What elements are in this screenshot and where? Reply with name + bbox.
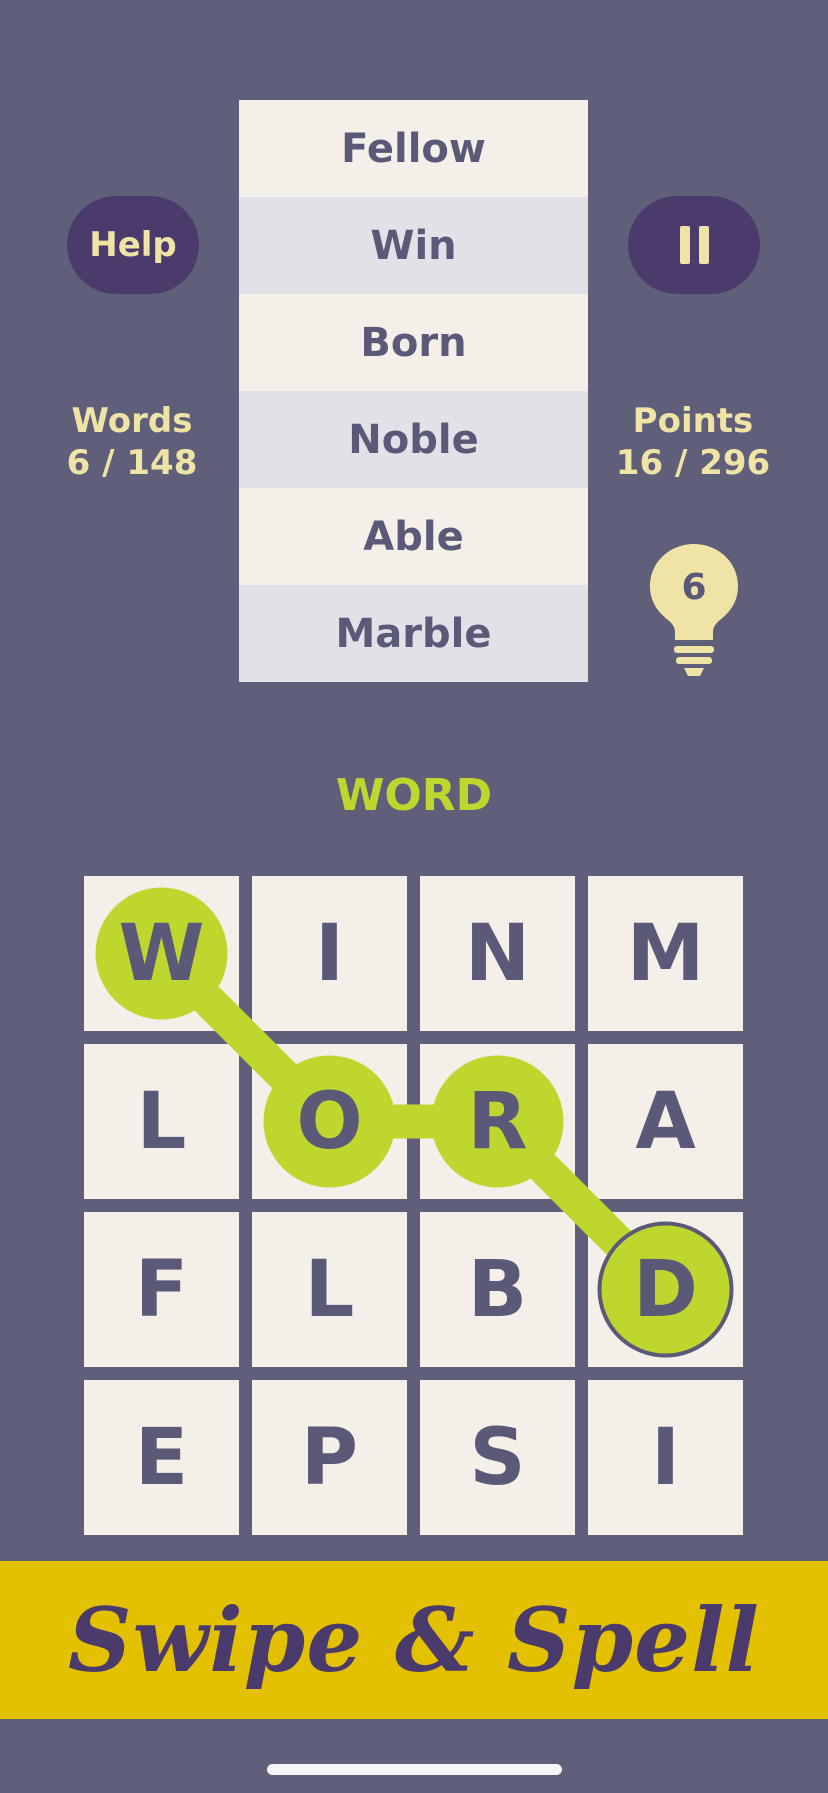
- letter-tile[interactable]: [252, 1212, 407, 1367]
- letter-tile[interactable]: [84, 1044, 239, 1199]
- pause-button[interactable]: [628, 196, 760, 294]
- letter-tile[interactable]: [252, 1380, 407, 1535]
- points-counter: Points 16 / 296: [583, 400, 803, 484]
- found-words-list: Fellow Win Born Noble Able Marble: [239, 100, 588, 682]
- letter-tile[interactable]: [84, 876, 239, 1031]
- current-word: WORD: [335, 770, 493, 821]
- found-word: Able: [239, 488, 588, 585]
- found-word: Fellow: [239, 100, 588, 197]
- letter-tile[interactable]: [420, 1380, 575, 1535]
- letter-tile[interactable]: [84, 1212, 239, 1367]
- words-counter: Words 6 / 148: [22, 400, 242, 484]
- hint-bulb-icon[interactable]: 6: [640, 540, 748, 680]
- letter-tile[interactable]: [588, 1380, 743, 1535]
- home-indicator[interactable]: [267, 1764, 562, 1775]
- found-word: Marble: [239, 585, 588, 682]
- letter-tile[interactable]: [588, 1212, 743, 1367]
- help-button[interactable]: Help: [67, 196, 199, 294]
- letter-tile[interactable]: [420, 1044, 575, 1199]
- letter-tile[interactable]: [252, 1044, 407, 1199]
- title-banner: Swipe & Spell: [0, 1561, 828, 1719]
- points-value: 16 / 296: [615, 443, 771, 483]
- points-label: Points: [632, 401, 754, 441]
- banner-title: Swipe & Spell: [68, 1588, 760, 1692]
- words-value: 6 / 148: [66, 443, 198, 483]
- pause-icon: [679, 226, 709, 264]
- letter-tile[interactable]: [420, 1212, 575, 1367]
- hint-count: 6: [681, 567, 706, 608]
- found-word: Noble: [239, 391, 588, 488]
- letter-board[interactable]: WINMLORAFLBDEPSI: [84, 876, 744, 1536]
- letter-tile[interactable]: [420, 876, 575, 1031]
- letter-tile[interactable]: [588, 1044, 743, 1199]
- words-label: Words: [71, 401, 193, 441]
- found-word: Win: [239, 197, 588, 294]
- letter-tile[interactable]: [588, 876, 743, 1031]
- letter-tile[interactable]: [84, 1380, 239, 1535]
- letter-tile[interactable]: [252, 876, 407, 1031]
- found-word: Born: [239, 294, 588, 391]
